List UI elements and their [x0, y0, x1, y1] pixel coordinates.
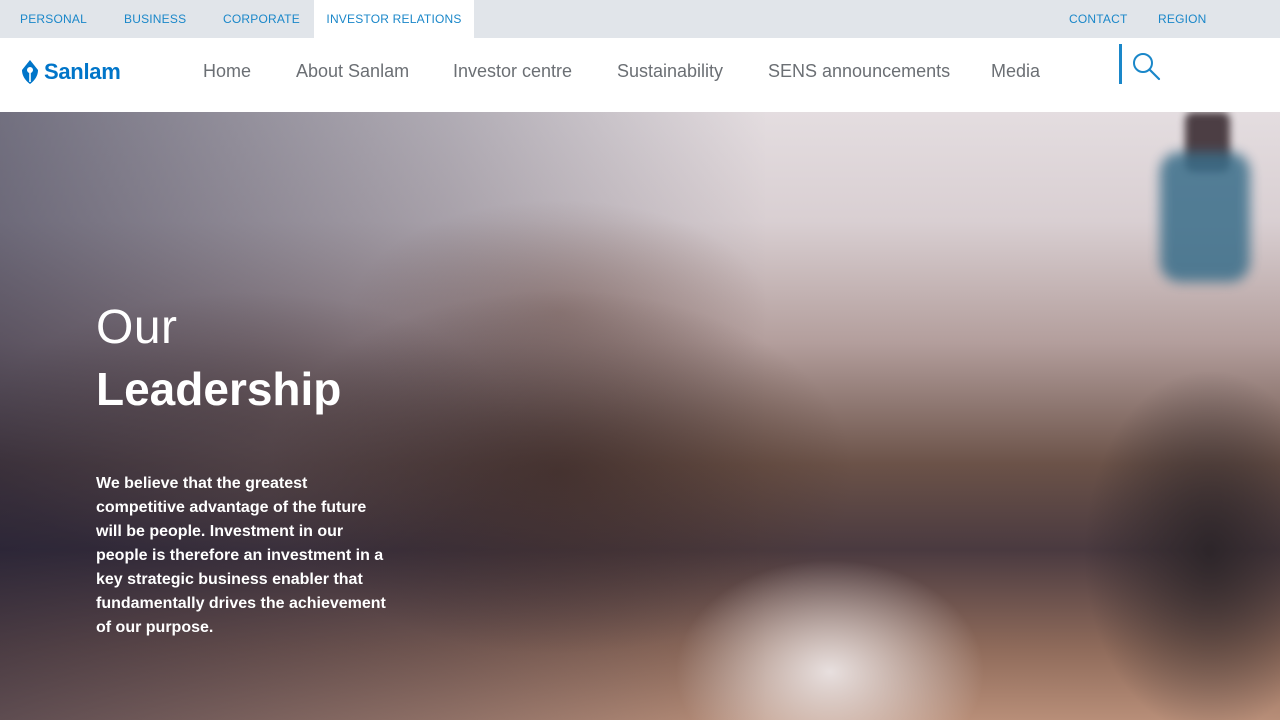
- nav-item-investor-centre[interactable]: Investor centre: [453, 61, 572, 82]
- hero-banner: Our Leadership We believe that the great…: [0, 112, 1280, 720]
- tab-corporate[interactable]: CORPORATE: [223, 0, 300, 38]
- tab-personal[interactable]: PERSONAL: [20, 0, 87, 38]
- tab-business[interactable]: BUSINESS: [124, 0, 186, 38]
- nav-item-sens-announcements[interactable]: SENS announcements: [768, 61, 950, 82]
- nav-item-sustainability[interactable]: Sustainability: [617, 61, 723, 82]
- sanlam-pen-nib-icon: [22, 60, 38, 84]
- hero-title-prefix: Our: [96, 301, 178, 354]
- hero-title: Leadership: [96, 363, 342, 415]
- contact-link[interactable]: CONTACT: [1069, 0, 1128, 38]
- nav-item-home[interactable]: Home: [203, 61, 251, 82]
- hero-description: We believe that the greatest competitive…: [96, 475, 386, 636]
- nav-item-about-sanlam[interactable]: About Sanlam: [296, 61, 409, 82]
- sanlam-logo[interactable]: Sanlam: [20, 59, 121, 85]
- region-link[interactable]: REGION: [1158, 0, 1207, 38]
- tab-investor-relations[interactable]: INVESTOR RELATIONS: [314, 0, 474, 38]
- main-header: Sanlam Home About Sanlam Investor centre…: [0, 38, 1280, 112]
- nav-item-media[interactable]: Media: [991, 61, 1040, 82]
- logo-text: Sanlam: [44, 59, 121, 84]
- top-utility-bar: PERSONAL BUSINESS CORPORATE INVESTOR REL…: [0, 0, 1280, 38]
- search-divider: [1119, 44, 1122, 84]
- search-button[interactable]: [1130, 50, 1162, 82]
- search-icon: [1133, 53, 1161, 81]
